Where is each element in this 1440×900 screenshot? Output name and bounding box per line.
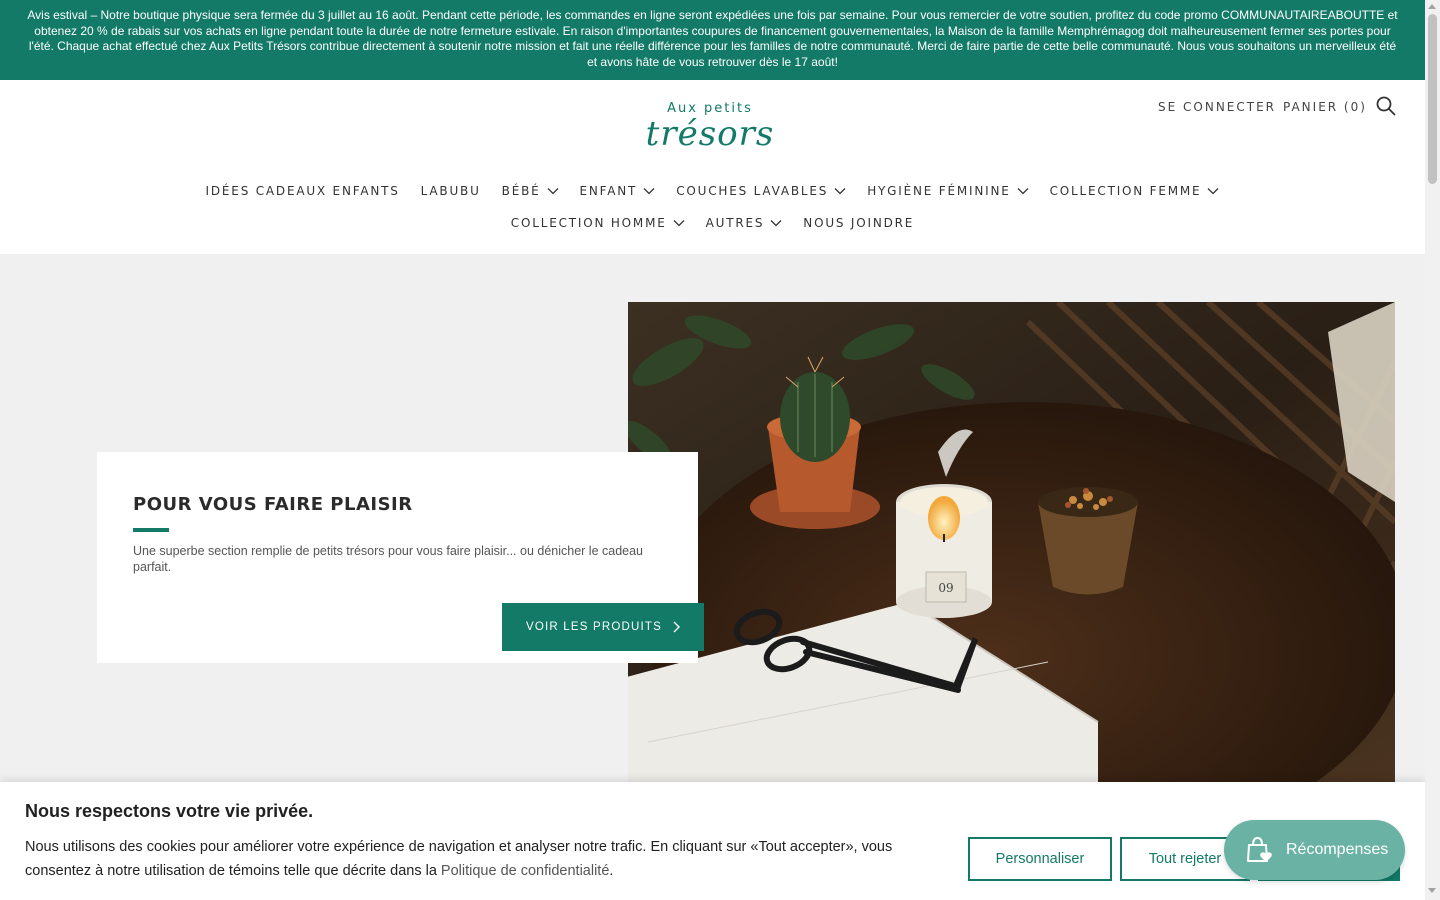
- shopping-bag-heart-icon: [1247, 836, 1272, 862]
- privacy-policy-link[interactable]: Politique de confidentialité: [441, 863, 609, 879]
- nav-item-label: HYGIÈNE FÉMININE: [867, 184, 1011, 198]
- hero-title: POUR VOUS FAIRE PLAISIR: [133, 494, 413, 515]
- nav-item-autres[interactable]: AUTRES: [706, 216, 783, 230]
- nav-item-enfant[interactable]: ENFANT: [580, 184, 656, 198]
- chevron-down-icon: [547, 188, 558, 195]
- chevron-down-icon: [673, 220, 685, 227]
- cookie-end: .: [609, 863, 614, 879]
- cookie-text: Nous utilisons des cookies pour améliore…: [25, 835, 955, 883]
- rewards-label: Récompenses: [1286, 841, 1389, 858]
- chevron-down-icon: [643, 188, 655, 195]
- chevron-down-icon: [770, 220, 782, 227]
- candle-label: 09: [938, 581, 953, 595]
- nav-item-bébé[interactable]: BÉBÉ: [502, 184, 559, 198]
- nav-item-label: NOUS JOINDRE: [803, 216, 915, 230]
- nav-item-collection-femme[interactable]: COLLECTION FEMME: [1050, 184, 1220, 198]
- nav-item-collection-homme[interactable]: COLLECTION HOMME: [511, 216, 685, 230]
- nav-item-label: COLLECTION FEMME: [1049, 184, 1202, 198]
- nav-item-idées-cadeaux-enfants[interactable]: IDÉES CADEAUX ENFANTS: [206, 184, 400, 198]
- cookie-title: Nous respectons votre vie privée.: [25, 801, 314, 821]
- view-products-label: VOIR LES PRODUITS: [525, 621, 663, 633]
- nav-item-label: BÉBÉ: [501, 184, 541, 198]
- chevron-right-icon: [673, 621, 681, 633]
- cart-link[interactable]: PANIER (0): [1283, 100, 1367, 114]
- nav-item-nous-joindre[interactable]: NOUS JOINDRE: [803, 216, 914, 230]
- main-nav-row-2: COLLECTION HOMME AUTRES NOUS JOINDRE: [0, 216, 1425, 230]
- announcement-text: Avis estival – Notre boutique physique s…: [27, 8, 1398, 69]
- logo[interactable]: Aux petits trésors: [620, 98, 800, 158]
- nav-item-hygiène-féminine[interactable]: HYGIÈNE FÉMININE: [867, 184, 1029, 198]
- chevron-down-icon: [834, 188, 846, 195]
- nav-item-label: COLLECTION HOMME: [510, 216, 667, 230]
- chevron-down-icon: [1017, 188, 1029, 195]
- main-nav-row-1: IDÉES CADEAUX ENFANTS LABUBU BÉBÉ ENFANT COU…: [0, 184, 1425, 198]
- search-icon[interactable]: [1376, 96, 1396, 116]
- scroll-down-arrow[interactable]: [1428, 888, 1436, 893]
- login-link[interactable]: SE CONNECTER: [1158, 100, 1276, 114]
- scroll-thumb[interactable]: [1428, 14, 1437, 184]
- site-header: Aux petits trésors SE CONNECTER PANIER (…: [0, 80, 1425, 254]
- nav-item-label: ENFANT: [579, 184, 638, 198]
- view-products-button[interactable]: VOIR LES PRODUITS: [502, 603, 704, 651]
- nav-item-label: AUTRES: [705, 216, 765, 230]
- chevron-down-icon: [1207, 188, 1219, 195]
- scrollbar[interactable]: [1425, 0, 1440, 900]
- rewards-button[interactable]: Récompenses: [1224, 820, 1405, 880]
- cookie-banner: Nous respectons votre vie privée. Nous u…: [0, 782, 1425, 900]
- scroll-up-arrow[interactable]: [1428, 4, 1436, 9]
- hero-image: 09: [628, 302, 1395, 782]
- nav-item-label: IDÉES CADEAUX ENFANTS: [205, 184, 400, 198]
- nav-item-label: COUCHES LAVABLES: [676, 184, 829, 198]
- announcement-bar: Avis estival – Notre boutique physique s…: [0, 0, 1425, 80]
- nav-item-label: LABUBU: [420, 184, 481, 198]
- hero-card: POUR VOUS FAIRE PLAISIR Une superbe sect…: [97, 452, 704, 663]
- logo-big-text: trésors: [645, 114, 775, 154]
- nav-item-labubu[interactable]: LABUBU: [421, 184, 481, 198]
- customize-button[interactable]: Personnaliser: [968, 837, 1112, 881]
- nav-item-couches-lavables[interactable]: COUCHES LAVABLES: [676, 184, 846, 198]
- title-underline: [133, 528, 169, 532]
- hero-description: Une superbe section remplie de petits tr…: [133, 544, 644, 574]
